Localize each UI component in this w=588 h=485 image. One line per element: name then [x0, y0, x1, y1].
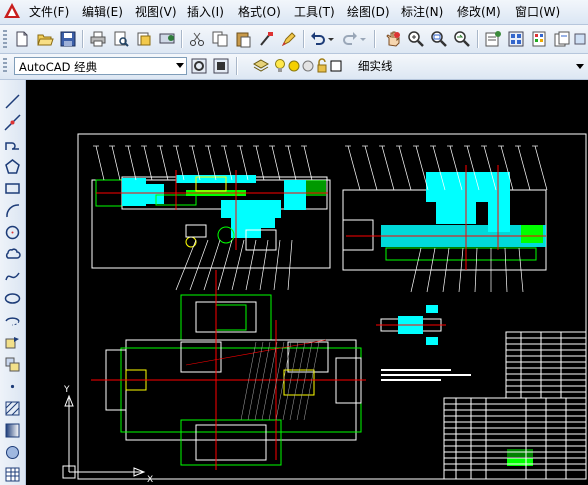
workspace-settings-icon[interactable] — [189, 56, 209, 76]
save-icon[interactable] — [58, 29, 78, 49]
cut-icon[interactable] — [187, 29, 207, 49]
menu-format[interactable]: 格式(O) — [238, 4, 281, 20]
paste-icon[interactable] — [233, 29, 253, 49]
standard-toolbar — [0, 25, 588, 54]
menu-dimension[interactable]: 标注(N) — [401, 4, 443, 20]
publish-icon[interactable] — [134, 29, 154, 49]
layer-dropdown-arrow-icon[interactable] — [573, 56, 587, 76]
separator — [82, 30, 84, 48]
menu-modify[interactable]: 修改(M) — [457, 4, 501, 20]
separator — [477, 30, 479, 48]
layer-freeze-icon[interactable] — [287, 56, 301, 76]
svg-text:X: X — [147, 475, 153, 485]
drawing-view: Y X — [62, 133, 587, 485]
polygon-icon[interactable] — [3, 157, 22, 176]
zoom-realtime-icon[interactable] — [406, 29, 426, 49]
insert-block-icon[interactable] — [3, 333, 22, 352]
polyline-icon[interactable] — [3, 135, 22, 154]
layer-dropdown[interactable]: 细实线 — [343, 56, 573, 74]
drawing-canvas[interactable]: Y X — [26, 80, 588, 485]
svg-text:Y: Y — [63, 385, 70, 395]
front-view — [91, 145, 331, 291]
detail-view — [376, 305, 446, 345]
hatch-icon[interactable] — [3, 399, 22, 418]
line-icon[interactable] — [3, 92, 22, 111]
menu-edit[interactable]: 编辑(E) — [82, 4, 123, 20]
sheet-set-icon[interactable] — [552, 29, 572, 49]
menu-bar: 文件(F) 编辑(E) 视图(V) 插入(I) 格式(O) 工具(T) 绘图(D… — [0, 0, 588, 25]
menu-file[interactable]: 文件(F) — [29, 4, 69, 20]
separator — [303, 30, 305, 48]
plan-view — [91, 270, 366, 470]
properties-icon[interactable] — [483, 29, 503, 49]
layer-color-icon[interactable] — [329, 56, 343, 76]
gradient-icon[interactable] — [3, 421, 22, 440]
plot-icon[interactable] — [157, 29, 177, 49]
open-icon[interactable] — [35, 29, 55, 49]
layer-on-icon[interactable] — [273, 56, 287, 76]
layer-properties-icon[interactable] — [251, 56, 271, 76]
zoom-previous-icon[interactable] — [452, 29, 472, 49]
arc-icon[interactable] — [3, 201, 22, 220]
draw-toolbar — [0, 80, 26, 485]
table-icon[interactable] — [3, 465, 22, 484]
make-block-icon[interactable] — [3, 355, 22, 374]
separator — [181, 30, 183, 48]
layer-lock-icon[interactable] — [315, 56, 329, 76]
toolbar-grip[interactable] — [3, 58, 7, 74]
title-block — [443, 331, 587, 480]
layer-viewport-icon[interactable] — [301, 56, 315, 76]
app-icon[interactable] — [3, 2, 21, 20]
toolbar-grip[interactable] — [3, 30, 7, 48]
workspace-value: AutoCAD 经典 — [19, 60, 98, 74]
toolbar-overflow-icon[interactable] — [573, 29, 587, 49]
menu-insert[interactable]: 插入(I) — [187, 4, 224, 20]
new-icon[interactable] — [12, 29, 32, 49]
menu-tools[interactable]: 工具(T) — [294, 4, 335, 20]
zoom-window-icon[interactable] — [429, 29, 449, 49]
point-icon[interactable] — [3, 377, 22, 396]
rectangle-icon[interactable] — [3, 179, 22, 198]
print-icon[interactable] — [88, 29, 108, 49]
redo-dropdown-icon[interactable] — [358, 29, 368, 49]
pan-icon[interactable] — [383, 29, 403, 49]
tool-palettes-icon[interactable] — [529, 29, 549, 49]
ucs-icon: Y X — [62, 385, 153, 485]
copy-icon[interactable] — [210, 29, 230, 49]
save-workspace-icon[interactable] — [211, 56, 231, 76]
layer-name: 细实线 — [358, 59, 393, 73]
undo-dropdown-icon[interactable] — [326, 29, 336, 49]
ellipse-arc-icon[interactable] — [3, 311, 22, 330]
ellipse-icon[interactable] — [3, 289, 22, 308]
menu-view[interactable]: 视图(V) — [135, 4, 177, 20]
undo-icon[interactable] — [308, 29, 328, 49]
design-center-icon[interactable] — [506, 29, 526, 49]
technical-notes — [381, 369, 471, 381]
chevron-down-icon — [176, 63, 184, 68]
workspace-dropdown[interactable]: AutoCAD 经典 — [14, 57, 187, 75]
brush-icon[interactable] — [279, 29, 299, 49]
menu-window[interactable]: 窗口(W) — [515, 4, 560, 20]
revcloud-icon[interactable] — [3, 245, 22, 264]
match-properties-icon[interactable] — [256, 29, 276, 49]
workspace-toolbar: AutoCAD 经典 细实线 — [0, 54, 588, 80]
side-view — [342, 145, 548, 293]
redo-icon[interactable] — [340, 29, 360, 49]
menu-draw[interactable]: 绘图(D) — [347, 4, 390, 20]
separator — [236, 57, 238, 75]
separator — [374, 30, 376, 48]
spline-icon[interactable] — [3, 267, 22, 286]
construction-line-icon[interactable] — [3, 113, 22, 132]
print-preview-icon[interactable] — [111, 29, 131, 49]
region-icon[interactable] — [3, 443, 22, 462]
circle-icon[interactable] — [3, 223, 22, 242]
